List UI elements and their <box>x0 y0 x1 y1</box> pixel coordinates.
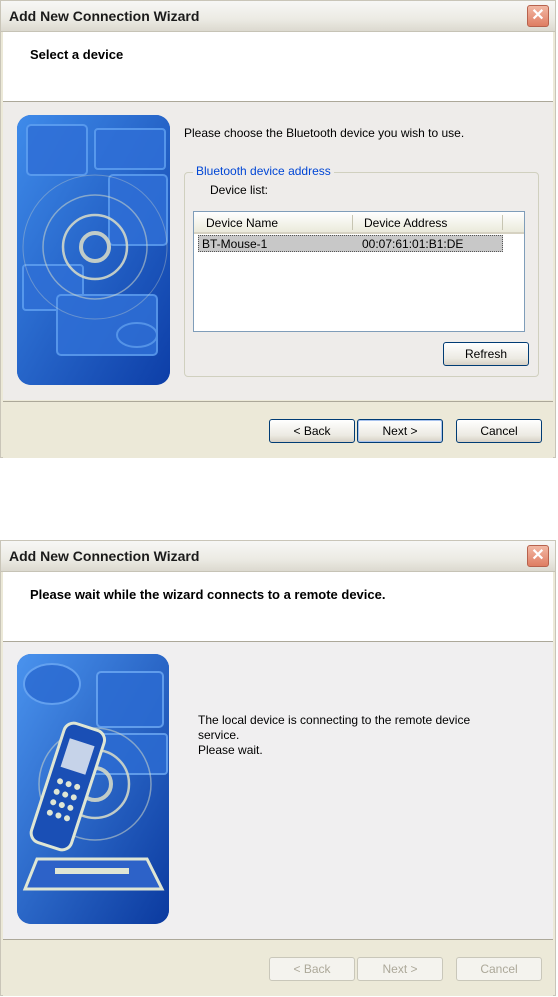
cancel-button[interactable]: Cancel <box>456 419 542 443</box>
list-header: Device Name Device Address <box>194 212 524 234</box>
refresh-button[interactable]: Refresh <box>443 342 529 366</box>
close-icon[interactable]: ✕ <box>527 545 549 567</box>
wizard-window-select-device: Add New Connection Wizard ✕ Select a dev… <box>0 0 556 458</box>
status-text-line1: The local device is connecting to the re… <box>198 713 471 727</box>
device-address: 00:07:61:01:B1:DE <box>362 237 464 251</box>
column-header-device-name[interactable]: Device Name <box>206 216 278 230</box>
window-title: Add New Connection Wizard <box>9 8 200 24</box>
bluetooth-devices-illustration <box>17 115 170 385</box>
instruction-text: Please choose the Bluetooth device you w… <box>184 126 465 140</box>
list-item[interactable]: BT-Mouse-1 00:07:61:01:B1:DE <box>198 235 503 252</box>
status-text-line3: Please wait. <box>198 743 263 757</box>
page-title: Select a device <box>30 47 124 62</box>
wizard-header: Please wait while the wizard connects to… <box>3 572 553 642</box>
back-button[interactable]: < Back <box>269 957 355 981</box>
group-label: Bluetooth device address <box>193 164 334 178</box>
status-text-line2: service. <box>198 728 240 742</box>
wizard-header: Select a device <box>3 32 553 102</box>
window-title: Add New Connection Wizard <box>9 548 200 564</box>
next-button[interactable]: Next > <box>357 419 443 443</box>
device-name: BT-Mouse-1 <box>202 237 268 251</box>
title-bar[interactable]: Add New Connection Wizard ✕ <box>1 1 555 32</box>
column-divider[interactable] <box>352 215 353 230</box>
close-icon[interactable]: ✕ <box>527 5 549 27</box>
title-bar[interactable]: Add New Connection Wizard ✕ <box>1 541 555 572</box>
cancel-button[interactable]: Cancel <box>456 957 542 981</box>
next-button[interactable]: Next > <box>357 957 443 981</box>
mobile-phone-illustration <box>17 654 169 924</box>
device-list-label: Device list: <box>210 183 269 197</box>
column-header-device-address[interactable]: Device Address <box>364 216 447 230</box>
page-title: Please wait while the wizard connects to… <box>30 587 386 602</box>
device-list[interactable]: Device Name Device Address BT-Mouse-1 00… <box>193 211 525 332</box>
back-button[interactable]: < Back <box>269 419 355 443</box>
wizard-window-connecting: Add New Connection Wizard ✕ Please wait … <box>0 540 556 996</box>
column-divider[interactable] <box>502 215 503 230</box>
